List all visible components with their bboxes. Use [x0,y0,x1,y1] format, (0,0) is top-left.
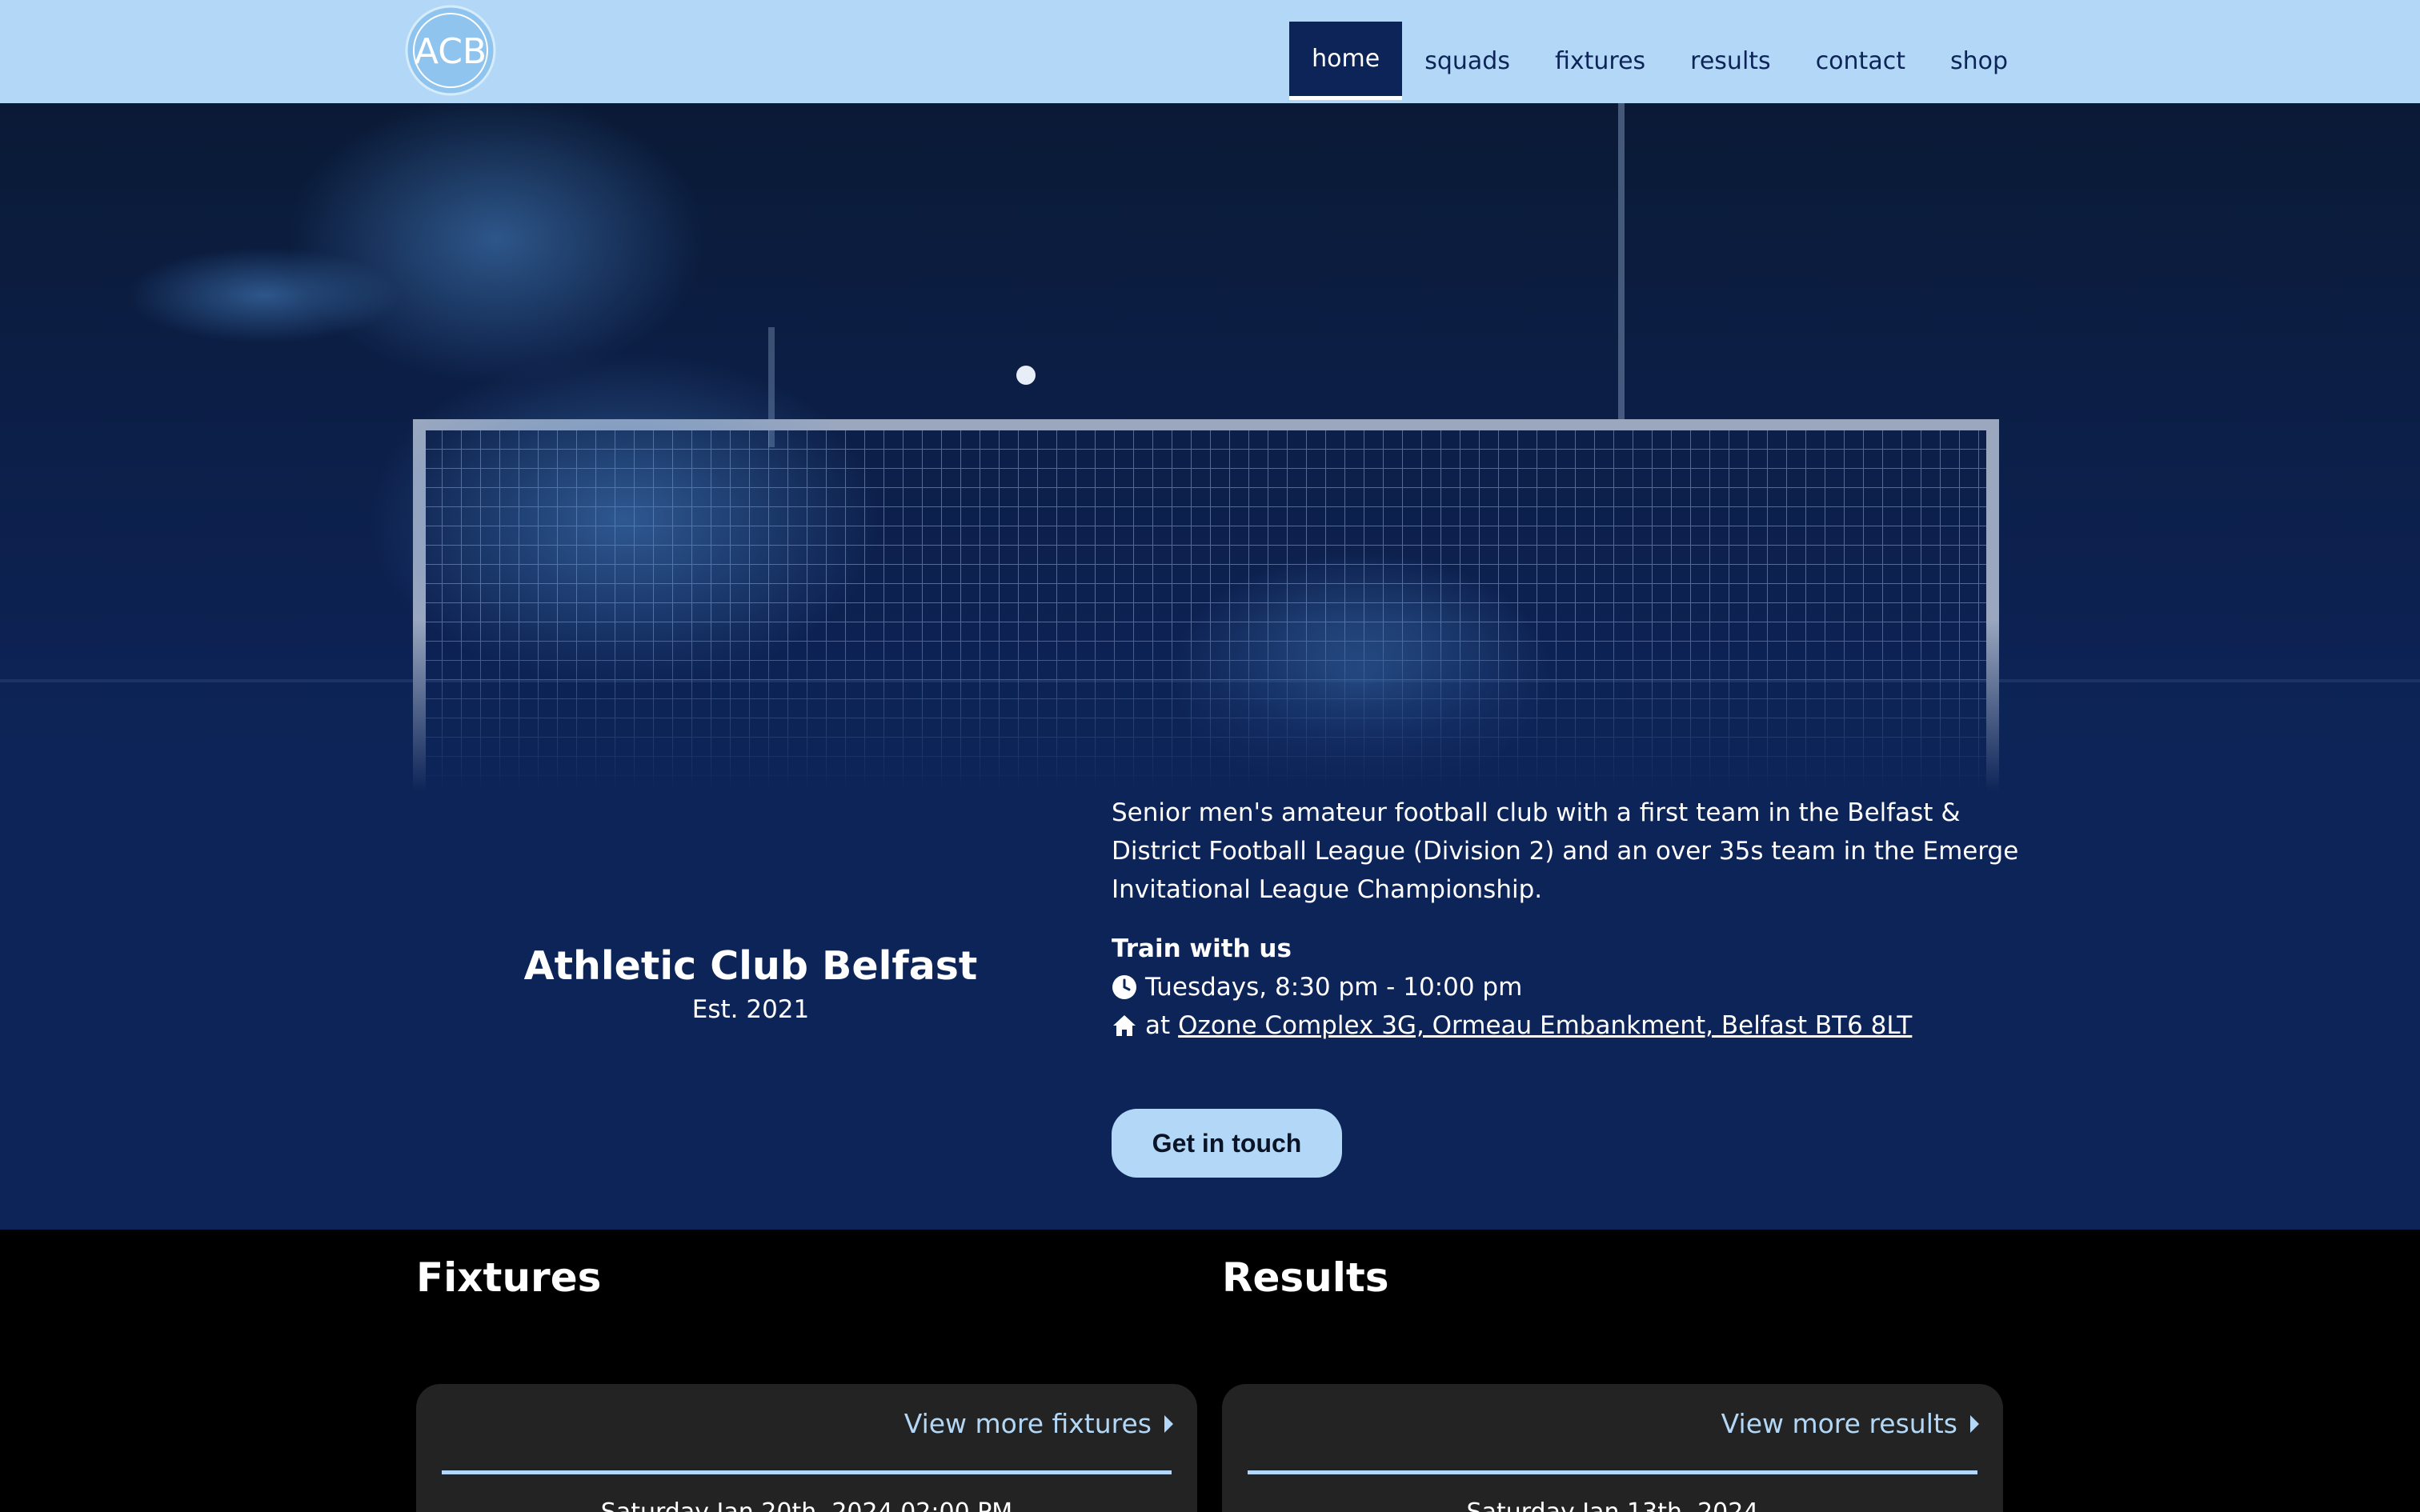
main-nav: home squads fixtures results contact sho… [1289,22,2030,100]
nav-item-home[interactable]: home [1289,22,1403,100]
club-logo[interactable]: ACB [404,4,497,97]
club-name: Athletic Club Belfast [523,943,978,989]
view-more-fixtures-link[interactable]: View more fixtures [904,1408,1173,1439]
train-time-row: Tuesdays, 8:30 pm - 10:00 pm [1112,968,2024,1006]
view-more-results-link[interactable]: View more results [1721,1408,1979,1439]
nav-item-shop[interactable]: shop [1928,22,2030,100]
caret-right-icon [1164,1414,1173,1433]
hero-section: Athletic Club Belfast Est. 2021 Senior m… [0,103,2420,1230]
fixtures-card: View more fixtures Saturday Jan 20th, 20… [416,1384,1197,1512]
fixture-entry[interactable]: Saturday Jan 20th, 2024 02:00 PM [416,1498,1197,1512]
top-navbar: ACB home squads fixtures results contact… [0,0,2420,103]
results-card: View more results Saturday Jan 13th, 202… [1222,1384,2003,1512]
club-established: Est. 2021 [691,994,810,1024]
hero-goal-image [0,103,2420,791]
train-venue-row: at Ozone Complex 3G, Ormeau Embankment, … [1112,1006,2024,1045]
club-about: Senior men's amateur football club with … [1112,794,2024,1045]
divider [1248,1470,1977,1474]
venue-link[interactable]: Ozone Complex 3G, Ormeau Embankment, Bel… [1178,1006,1912,1045]
club-identity: Athletic Club Belfast Est. 2021 [416,943,1085,1024]
get-in-touch-button[interactable]: Get in touch [1112,1109,1342,1178]
result-entry[interactable]: Saturday Jan 13th, 2024 [1222,1498,2003,1512]
nav-item-fixtures[interactable]: fixtures [1533,22,1668,100]
nav-item-squads[interactable]: squads [1402,22,1533,100]
nav-item-results[interactable]: results [1668,22,1793,100]
home-icon [1112,1013,1137,1038]
train-title: Train with us [1112,934,1292,963]
divider [442,1470,1172,1474]
fixtures-title: Fixtures [416,1254,602,1301]
caret-right-icon [1970,1414,1979,1433]
logo-text: ACB [415,31,487,72]
club-description: Senior men's amateur football club with … [1112,798,2019,904]
view-more-fixtures-label: View more fixtures [903,1408,1152,1439]
train-time: Tuesdays, 8:30 pm - 10:00 pm [1145,973,1523,1002]
results-title: Results [1222,1254,1389,1301]
club-crest-icon: ACB [405,5,496,96]
clock-icon [1112,974,1137,1000]
nav-item-contact[interactable]: contact [1793,22,1928,100]
train-at-label: at [1145,1011,1171,1040]
view-more-results-label: View more results [1721,1408,1957,1439]
